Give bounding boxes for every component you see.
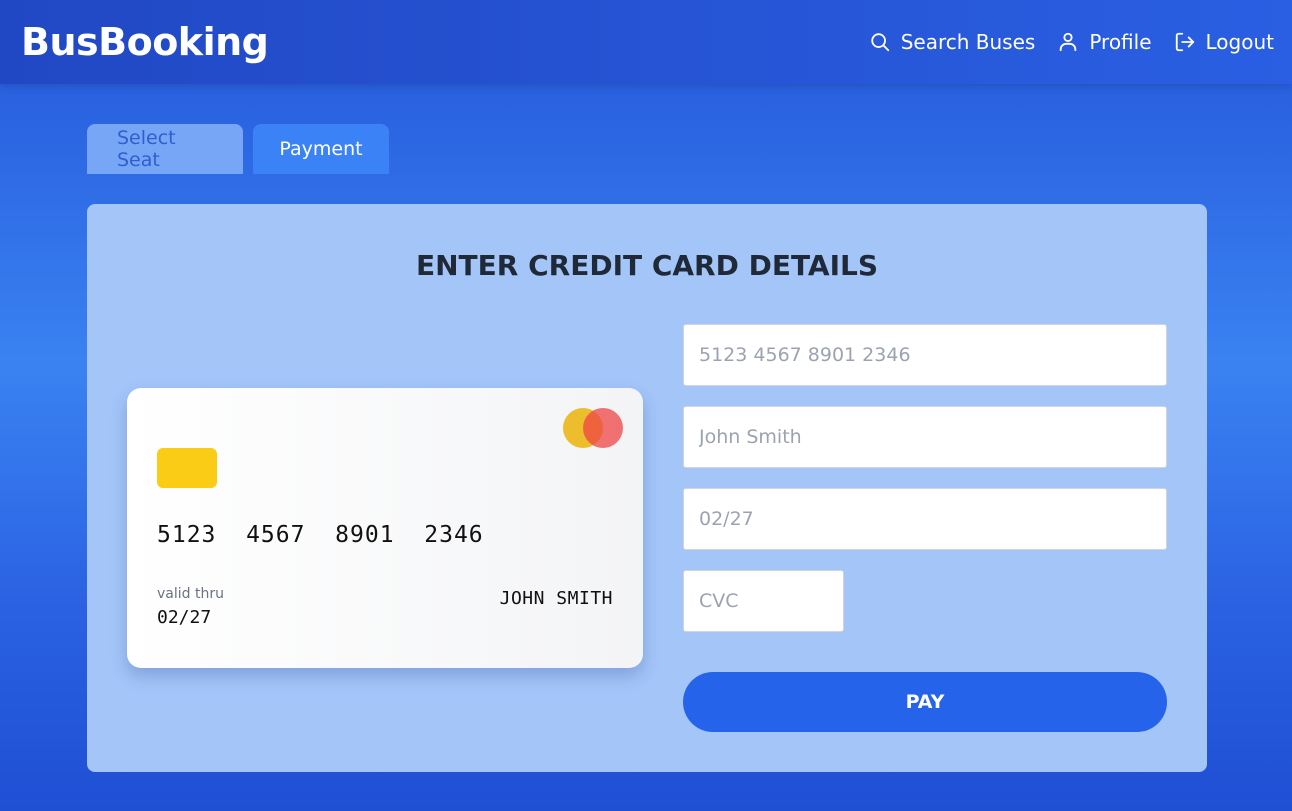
booking-tabs: Select Seat Payment: [87, 124, 389, 174]
card-holder-input[interactable]: [683, 406, 1167, 468]
logout-icon: [1175, 32, 1194, 52]
card-brand-logo: [563, 408, 623, 448]
tab-payment[interactable]: Payment: [253, 124, 389, 174]
nav-logout-label: Logout: [1205, 30, 1274, 54]
card-expiry: 02/27: [157, 607, 212, 628]
card-number: 5123 4567 8901 2346: [157, 522, 484, 548]
credit-card-preview: 5123 4567 8901 2346 valid thru 02/27 JOH…: [127, 388, 643, 668]
nav-profile-label: Profile: [1089, 30, 1152, 54]
user-icon: [1060, 32, 1077, 52]
nav-logout[interactable]: Logout: [1174, 30, 1274, 54]
search-icon: [871, 33, 889, 52]
card-chip-icon: [157, 448, 217, 488]
nav-search-buses[interactable]: Search Buses: [869, 30, 1036, 54]
cvc-input[interactable]: [683, 570, 844, 632]
card-number-input[interactable]: [683, 324, 1167, 386]
page-title: ENTER CREDIT CARD DETAILS: [416, 249, 878, 282]
card-holder-name: JOHN SMITH: [499, 588, 613, 609]
logo-circle-right: [583, 408, 623, 448]
navbar: BusBooking Search Buses Profile Logout: [0, 0, 1292, 84]
expiry-input[interactable]: [683, 488, 1167, 550]
nav-search-buses-label: Search Buses: [900, 30, 1036, 54]
pay-button[interactable]: PAY: [683, 672, 1167, 732]
tab-select-seat[interactable]: Select Seat: [87, 124, 243, 174]
brand-logo[interactable]: BusBooking: [21, 20, 269, 64]
nav-links: Search Buses Profile Logout: [869, 30, 1274, 54]
nav-profile[interactable]: Profile: [1057, 30, 1152, 54]
payment-panel: ENTER CREDIT CARD DETAILS 5123 4567 8901…: [87, 204, 1207, 772]
valid-thru-label: valid thru: [157, 586, 224, 602]
